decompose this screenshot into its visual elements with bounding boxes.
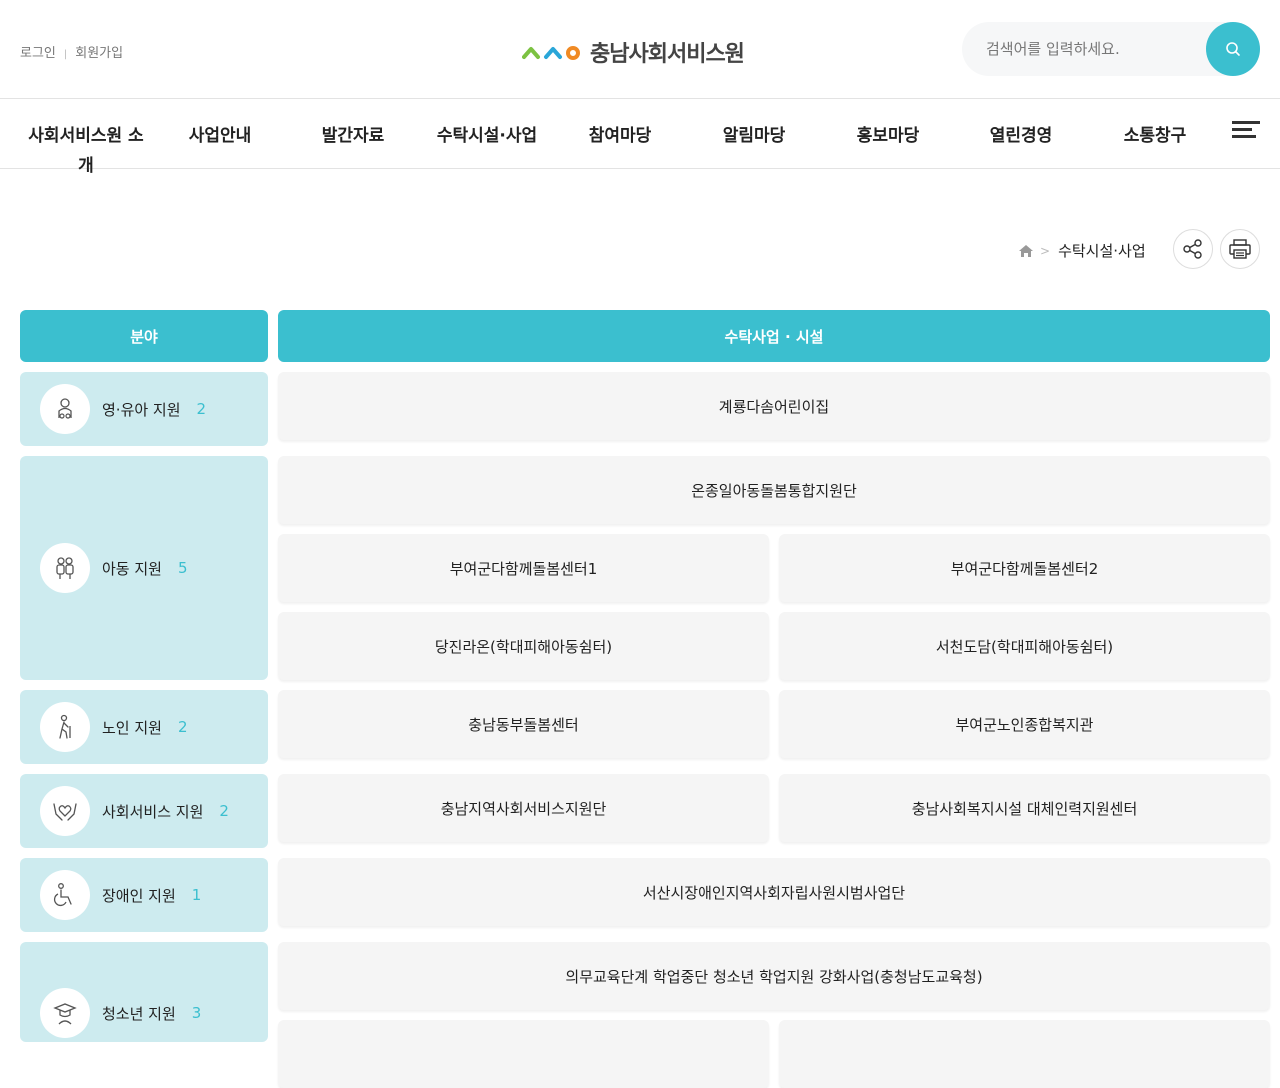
- logo-text: 충남사회서비스원: [590, 42, 745, 67]
- category-name: 노인 지원: [102, 718, 162, 737]
- facility-item[interactable]: 서천도담(학대피해아동쉼터): [779, 612, 1270, 680]
- facility-item[interactable]: [779, 1020, 1270, 1088]
- nav-item-about[interactable]: 사회서비스원 소개: [22, 121, 150, 181]
- category-name: 사회서비스 지원: [102, 802, 204, 821]
- category-children[interactable]: 아동 지원 5: [20, 456, 268, 680]
- wheelchair-icon: [40, 870, 90, 920]
- facility-item[interactable]: 충남지역사회서비스지원단: [278, 774, 769, 842]
- nav-item-promotion[interactable]: 홍보마당: [838, 121, 938, 151]
- category-count: 3: [191, 1004, 202, 1022]
- facility-item[interactable]: 부여군노인종합복지관: [779, 690, 1270, 758]
- baby-icon: [40, 384, 90, 434]
- facility-item[interactable]: 계룡다솜어린이집: [278, 372, 1270, 440]
- category-count: 2: [219, 802, 229, 820]
- share-icon: [1183, 239, 1202, 259]
- home-icon[interactable]: [1018, 244, 1034, 258]
- children-icon: [40, 543, 90, 593]
- column-header-facility: 수탁사업 · 시설: [278, 310, 1270, 362]
- search-input[interactable]: [986, 36, 1196, 62]
- facility-item[interactable]: 온종일아동돌봄통합지원단: [278, 456, 1270, 524]
- graduate-icon: [40, 988, 90, 1038]
- nav-item-communication[interactable]: 소통창구: [1105, 121, 1205, 151]
- category-name: 청소년 지원: [102, 1004, 176, 1023]
- elderly-icon: [40, 702, 90, 752]
- caring-hands-icon: [40, 786, 90, 836]
- join-link[interactable]: 회원가입: [75, 42, 123, 61]
- facility-item[interactable]: 충남동부돌봄센터: [278, 690, 769, 758]
- category-infant[interactable]: 영·유아 지원 2: [20, 372, 268, 446]
- category-name: 영·유아 지원: [102, 400, 181, 419]
- facility-item[interactable]: 서산시장애인지역사회자립사원시범사업단: [278, 858, 1270, 926]
- nav-item-publications[interactable]: 발간자료: [303, 121, 403, 151]
- login-link[interactable]: 로그인: [20, 42, 56, 61]
- nav-item-facilities[interactable]: 수탁시설·사업: [422, 121, 552, 151]
- nav-item-participation[interactable]: 참여마당: [570, 121, 670, 151]
- nav-item-business[interactable]: 사업안내: [170, 121, 270, 151]
- column-header-category: 분야: [20, 310, 268, 362]
- search-icon: [1226, 42, 1240, 56]
- category-count: 5: [177, 559, 188, 577]
- menu-icon: [1232, 121, 1260, 124]
- logo-mark-icon: [522, 46, 580, 60]
- divider: |: [63, 49, 68, 60]
- facility-item[interactable]: [278, 1020, 769, 1088]
- category-elderly[interactable]: 노인 지원 2: [20, 690, 268, 764]
- main-navigation: 사회서비스원 소개 사업안내 발간자료 수탁시설·사업 참여마당 알림마당 홍보…: [0, 98, 1280, 176]
- facility-item[interactable]: 의무교육단계 학업중단 청소년 학업지원 강화사업(충청남도교육청): [278, 942, 1270, 1010]
- category-name: 아동 지원: [102, 559, 162, 578]
- breadcrumb-current: 수탁시설·사업: [1058, 242, 1146, 260]
- site-logo[interactable]: 충남사회서비스원: [522, 36, 745, 68]
- facility-item[interactable]: 당진라온(학대피해아동쉼터): [278, 612, 769, 680]
- nav-item-notice[interactable]: 알림마당: [704, 121, 804, 151]
- utility-links: 로그인 | 회원가입: [20, 42, 123, 61]
- print-icon: [1229, 239, 1251, 259]
- share-button[interactable]: [1173, 229, 1213, 269]
- category-disabled[interactable]: 장애인 지원 1: [20, 858, 268, 932]
- chevron-right-icon: >: [1040, 243, 1051, 258]
- category-count: 1: [191, 886, 202, 904]
- category-count: 2: [177, 718, 188, 736]
- category-social-service[interactable]: 사회서비스 지원 2: [20, 774, 268, 848]
- category-youth[interactable]: 청소년 지원 3: [20, 942, 268, 1042]
- search-button[interactable]: [1206, 22, 1260, 76]
- facility-item[interactable]: 부여군다함께돌봄센터2: [779, 534, 1270, 602]
- category-count: 2: [196, 400, 207, 418]
- nav-item-open-management[interactable]: 열린경영: [971, 121, 1071, 151]
- category-name: 장애인 지원: [102, 886, 176, 905]
- print-button[interactable]: [1220, 229, 1260, 269]
- header: 로그인 | 회원가입 충남사회서비스원: [0, 0, 1280, 98]
- facility-item[interactable]: 충남사회복지시설 대체인력지원센터: [779, 774, 1270, 842]
- breadcrumb: > 수탁시설·사업: [1018, 240, 1146, 261]
- search-box: [962, 22, 1260, 76]
- all-menu-button[interactable]: [1232, 121, 1260, 145]
- facility-item[interactable]: 부여군다함께돌봄센터1: [278, 534, 769, 602]
